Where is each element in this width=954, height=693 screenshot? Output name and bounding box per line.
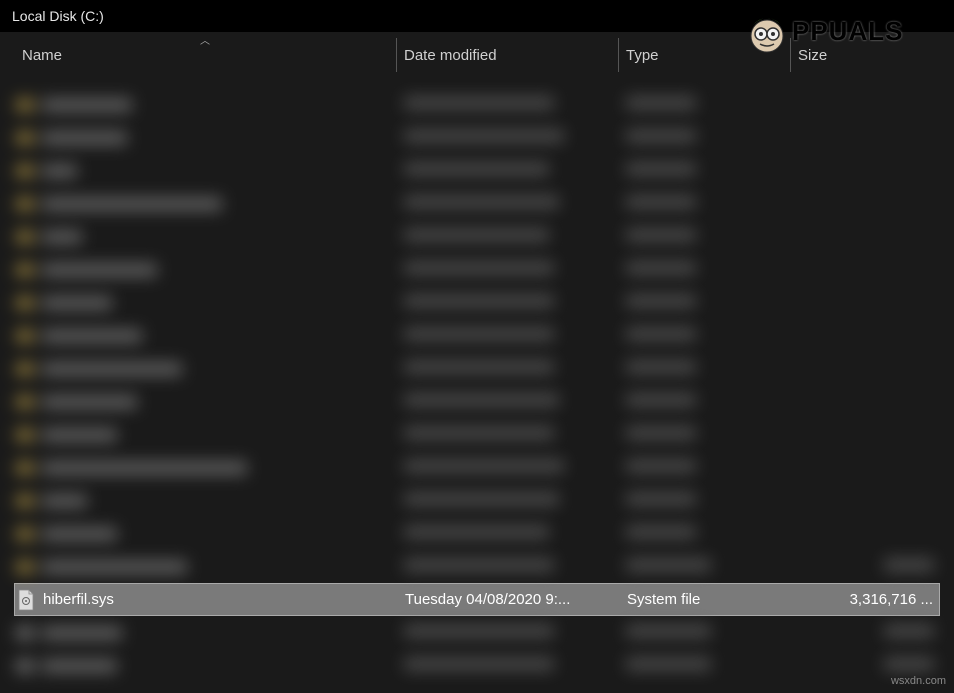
site-watermark: wsxdn.com [891, 675, 946, 687]
list-item [14, 385, 940, 418]
list-item [14, 154, 940, 187]
list-item [14, 550, 940, 583]
column-header-name-label: Name [22, 47, 62, 64]
window-title: Local Disk (C:) [12, 8, 104, 24]
sort-ascending-icon: ︿ [200, 32, 210, 47]
list-item [14, 517, 940, 550]
list-item [14, 286, 940, 319]
brand-text: PPUALS [792, 16, 903, 47]
list-item [14, 451, 940, 484]
column-header-name[interactable]: ︿ Name [14, 32, 396, 78]
brand-logo-icon [744, 8, 790, 54]
selected-file-date: Tuesday 04/08/2020 9:... [397, 591, 619, 608]
selected-file-type: System file [619, 591, 791, 608]
list-item [14, 484, 940, 517]
system-file-icon [17, 589, 35, 611]
column-header-date-label: Date modified [404, 47, 497, 64]
file-explorer-content: ︿ Name Date modified Type Size [0, 32, 954, 693]
list-item [14, 187, 940, 220]
list-item-selected[interactable]: hiberfil.sys Tuesday 04/08/2020 9:... Sy… [14, 583, 940, 616]
list-item [14, 616, 940, 649]
selected-file-name: hiberfil.sys [43, 591, 114, 608]
list-item [14, 319, 940, 352]
brand-watermark: PPUALS [744, 4, 954, 58]
list-item [14, 253, 940, 286]
list-item [14, 88, 940, 121]
list-item [14, 418, 940, 451]
list-item [14, 352, 940, 385]
file-list[interactable]: hiberfil.sys Tuesday 04/08/2020 9:... Sy… [0, 78, 954, 682]
column-header-type-label: Type [626, 47, 659, 64]
column-header-date[interactable]: Date modified [396, 32, 618, 78]
selected-file-name-cell: hiberfil.sys [17, 589, 397, 611]
selected-file-size: 3,316,716 ... [791, 591, 937, 608]
list-item [14, 220, 940, 253]
list-item [14, 121, 940, 154]
list-item [14, 649, 940, 682]
